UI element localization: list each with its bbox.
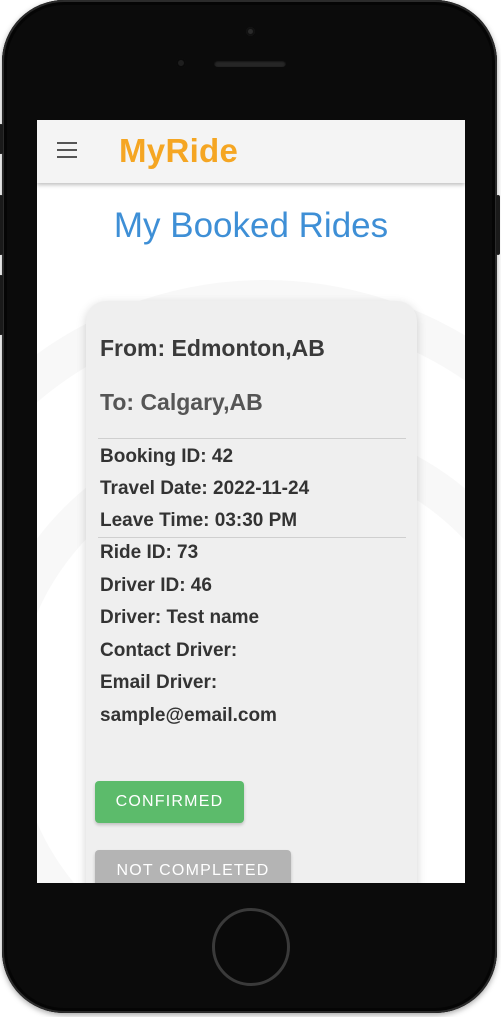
power-button bbox=[496, 195, 500, 255]
ride-id: Ride ID: 73 bbox=[100, 542, 199, 563]
earpiece-speaker bbox=[214, 60, 286, 67]
volume-up-button bbox=[0, 195, 3, 255]
driver-email[interactable]: sample@email.com bbox=[100, 705, 277, 727]
driver-name: Driver: Test name bbox=[100, 607, 260, 628]
confirmed-status-button[interactable]: CONFIRMED bbox=[95, 781, 244, 823]
not-completed-status-button[interactable]: NOT COMPLETED bbox=[95, 850, 291, 883]
divider bbox=[98, 537, 406, 538]
email-driver-label: Email Driver: bbox=[100, 672, 218, 693]
silent-switch bbox=[0, 124, 3, 154]
page-title: My Booked Rides bbox=[113, 206, 389, 245]
contact-driver-label: Contact Driver: bbox=[100, 640, 238, 661]
hamburger-menu-icon[interactable] bbox=[57, 142, 77, 158]
phone-screen: MyRide My Booked Rides From: Edmonton,AB… bbox=[37, 120, 465, 883]
proximity-sensor bbox=[176, 58, 186, 68]
ride-to: To: Calgary,AB bbox=[100, 389, 263, 415]
leave-time: Leave Time: 03:30 PM bbox=[100, 510, 298, 531]
home-button[interactable] bbox=[212, 908, 290, 986]
volume-down-button bbox=[0, 275, 3, 335]
app-bar: MyRide bbox=[37, 120, 465, 183]
phone-frame: MyRide My Booked Rides From: Edmonton,AB… bbox=[0, 0, 500, 1013]
front-camera bbox=[246, 27, 255, 36]
travel-date: Travel Date: 2022-11-24 bbox=[100, 478, 310, 499]
ride-from: From: Edmonton,AB bbox=[100, 335, 325, 361]
booking-id: Booking ID: 42 bbox=[100, 446, 234, 467]
brand-logo[interactable]: MyRide bbox=[119, 132, 238, 170]
divider bbox=[98, 438, 406, 439]
driver-id: Driver ID: 46 bbox=[100, 575, 212, 596]
ride-card: From: Edmonton,AB To: Calgary,AB Booking… bbox=[86, 301, 417, 883]
